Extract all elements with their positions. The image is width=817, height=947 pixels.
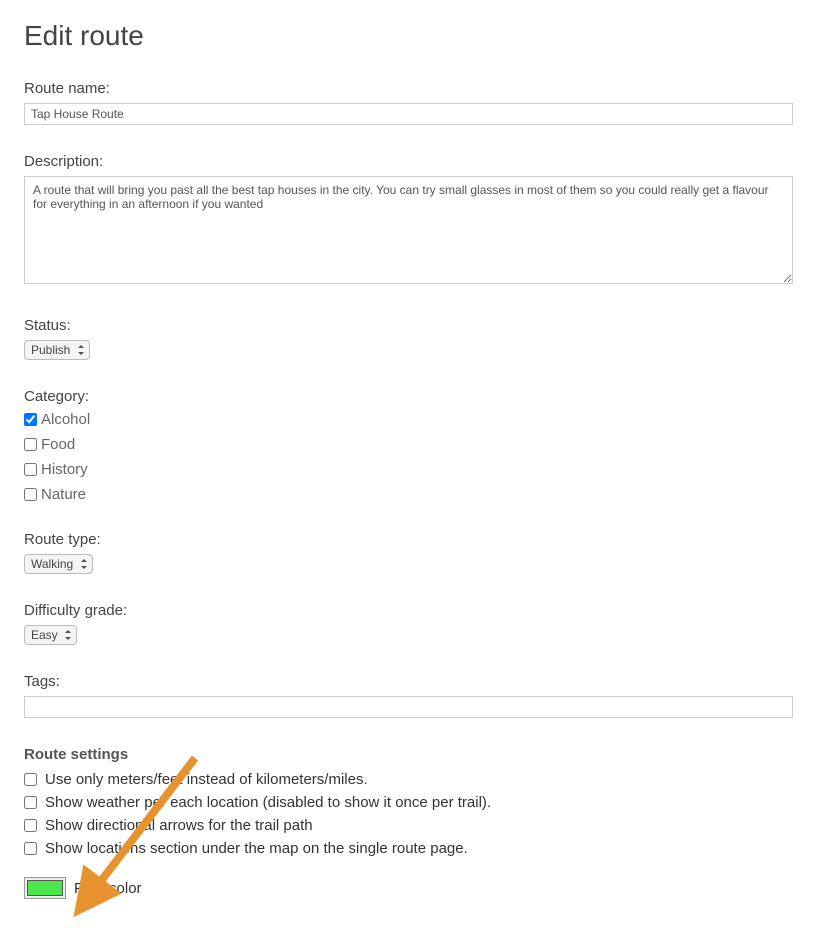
- category-item-label: Alcohol: [41, 411, 90, 428]
- route-type-field: Route type: Walking: [24, 531, 793, 574]
- category-row: Food: [24, 436, 793, 453]
- path-color-swatch[interactable]: [24, 877, 66, 899]
- settings-checkbox[interactable]: [24, 796, 37, 809]
- settings-checkbox[interactable]: [24, 842, 37, 855]
- status-field: Status: Publish: [24, 317, 793, 360]
- category-item-label: Food: [41, 436, 75, 453]
- category-item-label: Nature: [41, 486, 86, 503]
- category-label: Category:: [24, 388, 793, 405]
- category-item-label: History: [41, 461, 88, 478]
- tags-label: Tags:: [24, 673, 793, 690]
- description-field: Description: A route that will bring you…: [24, 153, 793, 289]
- settings-checkbox[interactable]: [24, 773, 37, 786]
- route-type-label: Route type:: [24, 531, 793, 548]
- description-label: Description:: [24, 153, 793, 170]
- category-row: Nature: [24, 486, 793, 503]
- status-select[interactable]: Publish: [24, 340, 90, 360]
- difficulty-select[interactable]: Easy: [24, 625, 77, 645]
- route-name-label: Route name:: [24, 80, 793, 97]
- route-name-field: Route name:: [24, 80, 793, 125]
- category-checkbox[interactable]: [24, 463, 37, 476]
- category-row: Alcohol: [24, 411, 793, 428]
- category-checkbox[interactable]: [24, 413, 37, 426]
- category-field: Category: Alcohol Food History Nature: [24, 388, 793, 503]
- difficulty-field: Difficulty grade: Easy: [24, 602, 793, 645]
- page-title: Edit route: [24, 20, 793, 52]
- tags-input[interactable]: [24, 696, 793, 718]
- category-checkbox[interactable]: [24, 438, 37, 451]
- tags-field: Tags:: [24, 673, 793, 718]
- difficulty-label: Difficulty grade:: [24, 602, 793, 619]
- annotation-arrow-icon: [70, 750, 210, 920]
- route-name-input[interactable]: [24, 103, 793, 125]
- category-checkbox[interactable]: [24, 488, 37, 501]
- description-textarea[interactable]: A route that will bring you past all the…: [24, 176, 793, 284]
- route-type-select[interactable]: Walking: [24, 554, 93, 574]
- category-row: History: [24, 461, 793, 478]
- settings-checkbox[interactable]: [24, 819, 37, 832]
- status-label: Status:: [24, 317, 793, 334]
